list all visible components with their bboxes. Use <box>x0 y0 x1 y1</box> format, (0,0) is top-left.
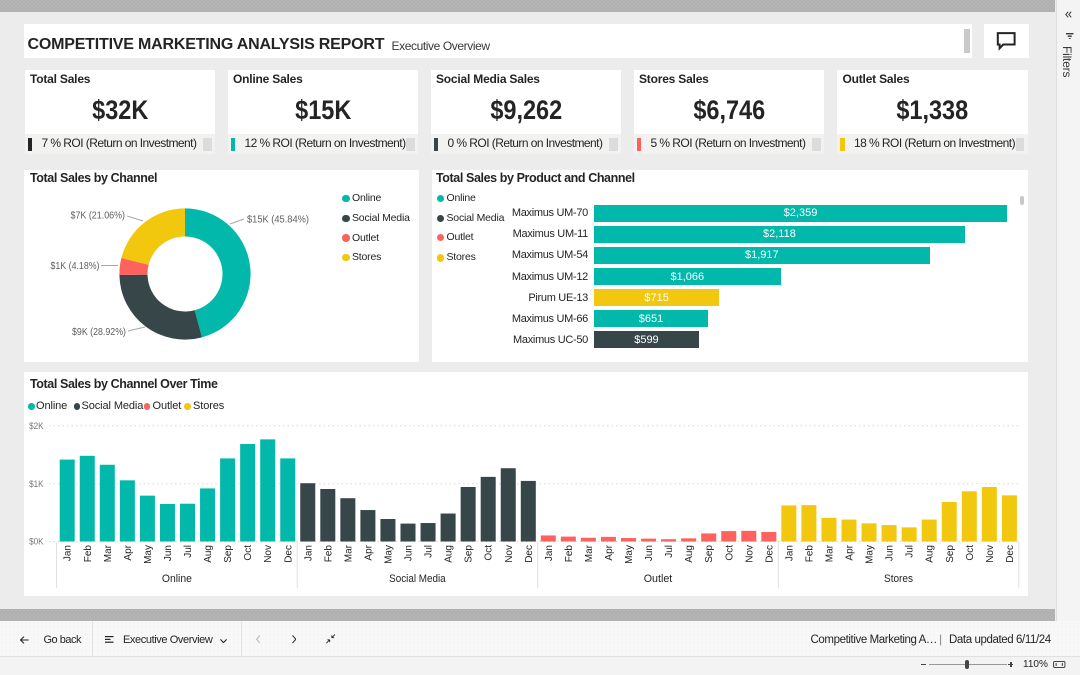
svg-text:Dec: Dec <box>283 545 294 563</box>
svg-text:Social Media: Social Media <box>389 573 446 585</box>
svg-text:Feb: Feb <box>564 545 575 563</box>
svg-text:Jun: Jun <box>163 545 174 561</box>
svg-text:Sep: Sep <box>704 545 715 563</box>
svg-text:Nov: Nov <box>504 545 515 563</box>
svg-text:Jul: Jul <box>424 545 435 558</box>
svg-text:Mar: Mar <box>343 544 354 562</box>
svg-text:Jun: Jun <box>644 545 655 561</box>
svg-text:Jul: Jul <box>905 545 916 558</box>
svg-text:Mar: Mar <box>584 544 595 562</box>
svg-text:Mar: Mar <box>103 544 114 562</box>
svg-text:Jan: Jan <box>303 545 314 561</box>
svg-text:Oct: Oct <box>724 545 735 561</box>
svg-text:Feb: Feb <box>323 545 334 563</box>
svg-text:Sep: Sep <box>223 545 234 563</box>
svg-text:Aug: Aug <box>203 545 214 563</box>
svg-text:Aug: Aug <box>444 545 455 563</box>
svg-text:$0K: $0K <box>29 537 44 547</box>
svg-text:Oct: Oct <box>243 545 254 561</box>
svg-text:May: May <box>143 545 154 564</box>
svg-text:Oct: Oct <box>484 545 495 561</box>
svg-text:Online: Online <box>162 573 192 585</box>
svg-text:$1K: $1K <box>29 479 44 489</box>
svg-text:Sep: Sep <box>945 545 956 563</box>
svg-text:$1K (4.18%): $1K (4.18%) <box>51 261 100 272</box>
svg-text:Mar: Mar <box>824 544 835 562</box>
svg-text:Jun: Jun <box>885 545 896 561</box>
svg-text:Outlet: Outlet <box>644 573 673 585</box>
svg-text:Apr: Apr <box>604 544 615 560</box>
svg-text:Feb: Feb <box>804 545 815 563</box>
svg-text:Sep: Sep <box>464 545 475 563</box>
svg-text:Nov: Nov <box>985 545 996 563</box>
svg-text:$9K (28.92%): $9K (28.92%) <box>72 327 126 338</box>
svg-text:Aug: Aug <box>684 545 695 563</box>
svg-text:Stores: Stores <box>884 573 913 585</box>
svg-text:Jan: Jan <box>63 545 74 561</box>
svg-text:May: May <box>865 545 876 564</box>
svg-text:Jan: Jan <box>544 545 555 561</box>
svg-text:Dec: Dec <box>524 545 535 563</box>
svg-text:$7K (21.06%): $7K (21.06%) <box>71 211 126 222</box>
svg-text:Apr: Apr <box>845 544 856 560</box>
svg-text:Apr: Apr <box>123 544 134 560</box>
svg-text:Nov: Nov <box>263 545 274 563</box>
svg-text:Feb: Feb <box>83 545 94 563</box>
svg-text:Dec: Dec <box>1005 545 1016 563</box>
svg-text:Nov: Nov <box>744 545 755 563</box>
svg-text:May: May <box>383 545 394 564</box>
svg-text:May: May <box>624 545 635 564</box>
svg-text:Aug: Aug <box>925 545 936 563</box>
svg-text:Jul: Jul <box>183 545 194 558</box>
svg-text:Jun: Jun <box>404 545 415 561</box>
svg-text:Jan: Jan <box>784 545 795 561</box>
svg-text:Apr: Apr <box>363 544 374 560</box>
svg-text:$15K (45.84%): $15K (45.84%) <box>247 214 309 225</box>
svg-text:Oct: Oct <box>965 545 976 561</box>
svg-text:Jul: Jul <box>664 545 675 558</box>
svg-text:Dec: Dec <box>764 545 775 563</box>
svg-text:$2K: $2K <box>29 421 44 431</box>
